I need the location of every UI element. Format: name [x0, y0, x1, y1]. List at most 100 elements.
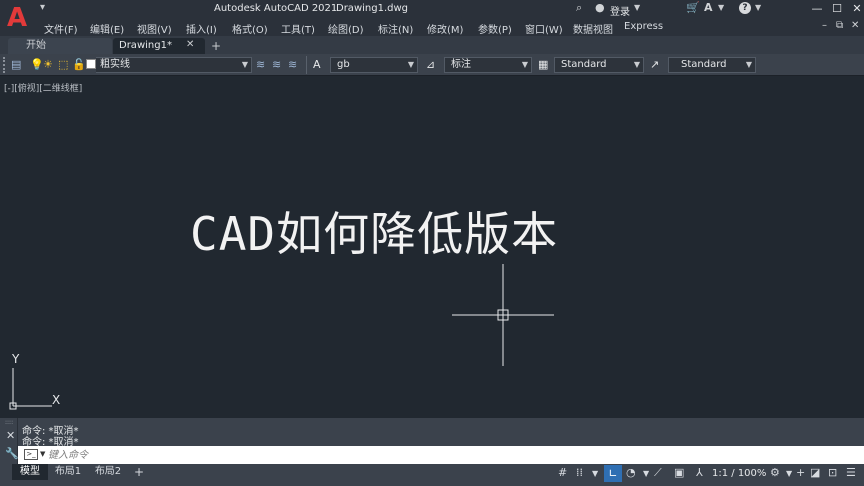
autocad-logo-button[interactable]: A — [0, 0, 34, 36]
table-style-dropdown[interactable]: Standard ▼ — [554, 57, 644, 73]
autodesk-a360-icon[interactable]: A — [704, 1, 713, 14]
document-title: Drawing1.dwg — [336, 3, 408, 14]
layer-manager-icon[interactable]: ▤ — [11, 58, 21, 71]
multileader-style-icon[interactable]: ↗ — [650, 58, 659, 71]
tab-close-icon[interactable]: ✕ — [186, 39, 194, 50]
grid-icon[interactable]: # — [558, 466, 567, 479]
command-input[interactable] — [48, 448, 748, 462]
match-layer-icon[interactable]: ≋ — [272, 58, 281, 71]
ucs-x-label: X — [52, 393, 61, 407]
tab-layout2[interactable]: 布局2 — [90, 464, 126, 480]
ucs-y-label: Y — [12, 352, 20, 366]
viewport-controls-label[interactable]: [-][俯视][二维线框] — [4, 81, 82, 94]
object-snap-tracking-icon[interactable]: ▣ — [674, 466, 684, 479]
ortho-mode-icon[interactable]: ∟ — [604, 465, 622, 482]
menu-draw[interactable]: 绘图(D) — [328, 21, 364, 36]
workspace-chevron-down-icon[interactable]: ▼ — [786, 469, 792, 478]
text-style-value: gb — [337, 59, 350, 70]
graphics-performance-icon[interactable]: ◪ — [810, 466, 820, 479]
user-icon[interactable]: ● — [595, 1, 605, 14]
window-maximize-button[interactable]: ☐ — [828, 0, 846, 18]
text-style-dropdown[interactable]: gb ▼ — [330, 57, 418, 73]
snap-icon[interactable]: ⁞⁞ — [576, 466, 583, 479]
doc-minimize-button[interactable]: – — [822, 20, 827, 31]
menu-modify[interactable]: 修改(M) — [427, 21, 463, 36]
layer-thaw-sun-icon[interactable]: ☀ — [43, 58, 53, 71]
make-current-layer-icon[interactable]: ≋ — [256, 58, 265, 71]
wrench-icon[interactable]: 🔧 — [5, 447, 19, 460]
command-prompt-icon[interactable]: >_ — [24, 449, 38, 460]
doc-restore-button[interactable]: ⧉ — [836, 20, 843, 31]
menu-format[interactable]: 格式(O) — [232, 21, 268, 36]
app-title: Autodesk AutoCAD 2021 — [214, 3, 338, 14]
tab-start[interactable]: 开始 — [8, 38, 112, 54]
chevron-down-icon: ▼ — [521, 60, 528, 69]
clean-screen-icon[interactable]: ⊡ — [828, 466, 837, 479]
workspace-gear-icon[interactable]: ⚙ — [770, 466, 780, 479]
toolbar-grip[interactable] — [3, 57, 6, 73]
help-chevron-down-icon[interactable]: ▼ — [755, 3, 761, 12]
layer-on-bulb-icon[interactable]: 💡 — [30, 58, 44, 71]
a360-chevron-down-icon[interactable]: ▼ — [718, 3, 724, 12]
menu-express[interactable]: Express — [624, 21, 663, 32]
login-chevron-down-icon[interactable]: ▼ — [634, 3, 640, 12]
multileader-style-value: Standard — [681, 59, 727, 70]
isodraft-icon[interactable]: ⟋ — [654, 466, 662, 480]
chevron-down-icon: ▼ — [633, 60, 640, 69]
tab-layout1[interactable]: 布局1 — [50, 464, 86, 480]
table-style-icon[interactable]: ▦ — [538, 58, 548, 71]
annotation-scale-label[interactable]: 1:1 / 100% — [712, 468, 766, 479]
close-icon[interactable]: ✕ — [6, 429, 15, 442]
menu-window[interactable]: 窗口(W) — [525, 21, 563, 36]
table-style-value: Standard — [561, 59, 607, 70]
menu-dimension[interactable]: 标注(N) — [378, 21, 413, 36]
login-button[interactable]: 登录 — [610, 3, 630, 18]
chevron-down-icon: ▼ — [407, 60, 414, 69]
layer-unlock-icon[interactable]: 🔓 — [72, 58, 86, 71]
multileader-style-dropdown[interactable]: Standard ▼ — [668, 57, 756, 73]
chevron-down-icon: ▼ — [241, 60, 248, 69]
layer-color-swatch — [86, 59, 96, 69]
menu-view[interactable]: 视图(V) — [137, 21, 172, 36]
polar-chevron-down-icon[interactable]: ▼ — [643, 469, 649, 478]
menu-parametric[interactable]: 参数(P) — [478, 21, 512, 36]
command-history-panel — [0, 418, 864, 446]
layer-dropdown[interactable]: 粗实线 ▼ — [96, 57, 252, 73]
chevron-down-icon: ▼ — [745, 60, 752, 69]
file-tab-bar: 开始 Drawing1* ✕ — [0, 36, 864, 54]
annotation-scale-icon[interactable]: ⅄ — [696, 466, 703, 479]
toolbar-separator — [306, 56, 307, 74]
text-style-icon[interactable]: A — [313, 58, 321, 71]
quick-access-toolbar-menu-icon[interactable]: ▾ — [40, 2, 45, 13]
menu-data-view[interactable]: 数据视图 — [573, 21, 613, 36]
window-close-button[interactable]: ✕ — [848, 0, 864, 18]
command-line-grip[interactable]: :::: — [5, 420, 13, 426]
menu-insert[interactable]: 插入(I) — [186, 21, 217, 36]
add-layout-button[interactable]: + — [134, 465, 144, 479]
drawing-mtext[interactable]: CAD如何降低版本 — [190, 198, 558, 264]
polar-tracking-icon[interactable]: ◔ — [626, 466, 636, 479]
title-bar — [0, 0, 864, 18]
doc-close-button[interactable]: ✕ — [851, 20, 859, 31]
dimension-style-value: 标注 — [451, 59, 471, 70]
window-minimize-button[interactable]: — — [808, 0, 826, 18]
help-icon[interactable]: ? — [739, 2, 751, 14]
customization-menu-icon[interactable]: ☰ — [846, 466, 856, 479]
annotation-monitor-icon[interactable]: + — [796, 466, 805, 479]
crosshair-cursor — [452, 264, 554, 366]
new-tab-button[interactable]: + — [211, 39, 221, 53]
layer-dropdown-value: 粗实线 — [100, 59, 130, 70]
chevron-down-icon[interactable]: ▼ — [40, 450, 45, 458]
layer-previous-icon[interactable]: ≋ — [288, 58, 297, 71]
layer-viewport-freeze-icon[interactable]: ⬚ — [58, 58, 68, 71]
dimension-style-dropdown[interactable]: 标注 ▼ — [444, 57, 532, 73]
dimension-style-icon[interactable]: ⊿ — [426, 58, 435, 71]
snap-chevron-down-icon[interactable]: ▼ — [592, 469, 598, 478]
menu-edit[interactable]: 编辑(E) — [90, 21, 124, 36]
autocad-logo-icon: A — [6, 3, 28, 33]
cart-icon[interactable]: 🛒 — [686, 1, 700, 14]
search-icon[interactable]: ⌕ — [576, 1, 582, 15]
menu-file[interactable]: 文件(F) — [44, 21, 78, 36]
menu-tools[interactable]: 工具(T) — [281, 21, 315, 36]
tab-model[interactable]: 模型 — [12, 464, 48, 480]
